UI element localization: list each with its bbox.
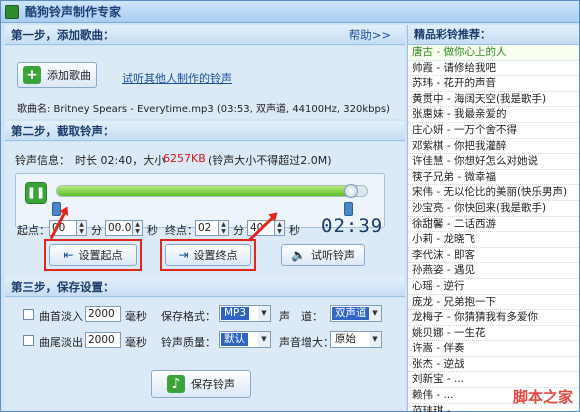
format-select[interactable]: MP3 ▼ <box>219 305 271 322</box>
list-item[interactable]: 宋伟 - 无以伦比的美丽(快乐男声) <box>408 185 579 201</box>
watermark: 脚本之家 <box>512 388 573 406</box>
fade-out-unit: 毫秒 <box>125 336 147 349</box>
fade-out-checkbox[interactable] <box>23 335 34 346</box>
quality-value: 默认 <box>221 333 248 346</box>
channel-label: 声 道： <box>279 310 323 323</box>
ringtone-size: 6257KB <box>163 152 206 165</box>
list-item[interactable]: 庞龙 - 兄弟抱一下 <box>408 295 579 311</box>
fade-in-input[interactable]: 2000 <box>85 306 121 322</box>
title-bar: 酷狗铃声制作专家 <box>1 1 579 23</box>
pause-icon[interactable]: ❚❚ <box>25 182 47 204</box>
end-sec-spinner[interactable]: ▲ ▼ <box>275 220 285 236</box>
list-item[interactable]: 张杰 - 逆战 <box>408 357 579 373</box>
end-label: 终点： <box>165 224 198 237</box>
list-item[interactable]: 庄心妍 - 一万个舍不得 <box>408 123 579 139</box>
start-sec-spinner[interactable]: ▲ ▼ <box>133 220 143 236</box>
list-item[interactable]: 筷子兄弟 - 微幸福 <box>408 170 579 186</box>
sidebar-title: 精品彩铃推荐： <box>408 25 579 45</box>
left-panel: 第一步，添加歌曲： 帮助>> + 添加歌曲 试听其他人制作的铃声 歌曲名: Br… <box>5 25 405 410</box>
speaker-icon: 🔈 <box>291 248 306 262</box>
end-min-spinner[interactable]: ▲ ▼ <box>219 220 229 236</box>
size-limit: (铃声大小不得超过2.0M) <box>208 154 332 167</box>
window-title: 酷狗铃声制作专家 <box>25 5 122 19</box>
list-item[interactable]: 小莉 - 龙晓飞 <box>408 232 579 248</box>
list-item[interactable]: 帅霞 - 请修给我吧 <box>408 61 579 77</box>
list-item[interactable]: 姚贝娜 - 一生花 <box>408 326 579 342</box>
list-item[interactable]: 唐古 - 做你心上的人 <box>408 45 579 61</box>
start-min-spinner[interactable]: ▲ ▼ <box>77 220 87 236</box>
progress-knob[interactable] <box>343 184 358 198</box>
fade-out-label: 曲尾淡出 <box>39 336 83 349</box>
start-label: 起点： <box>17 224 50 237</box>
ringtone-info-text: 时长 02:40，大小 <box>75 154 166 167</box>
end-sec-unit: 秒 <box>289 224 300 237</box>
step3-panel: 曲首淡入 2000 毫秒 保存格式： MP3 ▼ 声 道： 双声道 ▼ 曲尾淡出… <box>5 298 405 410</box>
highlight-set-end <box>160 239 256 271</box>
progress-track[interactable] <box>56 184 368 198</box>
volume-label: 声音增大： <box>279 336 334 349</box>
highlight-set-start <box>44 239 142 271</box>
step1-header: 第一步，添加歌曲： 帮助>> <box>5 25 405 45</box>
list-item[interactable]: 沙宝亮 - 你快回来(我是歌手) <box>408 201 579 217</box>
volume-select[interactable]: 原始 ▼ <box>330 331 382 348</box>
quality-select[interactable]: 默认 ▼ <box>219 331 271 348</box>
song-info: 歌曲名: Britney Spears - Everytime.mp3 (03:… <box>17 104 390 115</box>
quality-label: 铃声质量： <box>161 336 216 349</box>
start-min-unit: 分 <box>91 224 102 237</box>
step2-title: 第二步，截取铃声： <box>11 124 115 138</box>
volume-value: 原始 <box>335 333 356 345</box>
others-ringtones-link[interactable]: 试听其他人制作的铃声 <box>122 70 232 86</box>
list-item[interactable]: 张惠妹 - 我最亲爱的 <box>408 107 579 123</box>
step3-title: 第三步，保存设置： <box>11 280 115 294</box>
preview-button[interactable]: 🔈 试听铃声 <box>281 244 365 266</box>
list-item[interactable]: 孙燕姿 - 遇见 <box>408 263 579 279</box>
end-min-input[interactable]: 02 <box>195 220 219 236</box>
fade-out-input[interactable]: 2000 <box>85 332 121 348</box>
save-ringtone-label: 保存铃声 <box>191 378 235 391</box>
start-sec-input[interactable]: 00.0 <box>105 220 133 236</box>
progress-fill <box>57 186 352 196</box>
preview-label: 试听铃声 <box>310 249 355 262</box>
fade-in-checkbox[interactable] <box>23 309 34 320</box>
list-item[interactable]: 许嵩 - 伴奏 <box>408 341 579 357</box>
recommend-list: 唐古 - 做你心上的人 帅霞 - 请修给我吧 苏玮 - 花开的声音 黄贯中 - 海阔天… <box>408 45 579 412</box>
format-label: 保存格式： <box>161 310 216 323</box>
end-marker[interactable] <box>344 202 353 216</box>
step1-title: 第一步，添加歌曲： <box>11 28 115 42</box>
start-sec-unit: 秒 <box>147 224 158 237</box>
save-ringtone-button[interactable]: ♪ 保存铃声 <box>151 370 251 398</box>
list-item[interactable]: 许佳慧 - 你想好怎么对她说 <box>408 154 579 170</box>
list-item[interactable]: 徐甜馨 - 二话西游 <box>408 217 579 233</box>
list-item[interactable]: 龙梅子 - 你猜猜我有多爱你 <box>408 310 579 326</box>
end-min-unit: 分 <box>233 224 244 237</box>
plus-icon: + <box>23 66 41 84</box>
list-item[interactable]: 苏玮 - 花开的声音 <box>408 76 579 92</box>
list-item[interactable]: 心瑶 - 逆行 <box>408 279 579 295</box>
step3-header: 第三步，保存设置： <box>5 277 405 297</box>
chevron-down-icon: ▼ <box>258 306 270 321</box>
step1-panel: + 添加歌曲 试听其他人制作的铃声 歌曲名: Britney Spears - … <box>5 46 405 119</box>
add-song-button[interactable]: + 添加歌曲 <box>17 62 97 88</box>
list-item[interactable]: 李代沫 - 即客 <box>408 248 579 264</box>
list-item[interactable]: 黄贯中 - 海阔天空(我是歌手) <box>408 92 579 108</box>
elapsed-time-display: 02:39 <box>321 215 384 237</box>
channel-select[interactable]: 双声道 ▼ <box>330 305 382 322</box>
format-value: MP3 <box>221 307 250 320</box>
ringtone-info-label: 铃声信息： <box>15 154 70 167</box>
app-logo-icon <box>5 4 19 19</box>
recommend-sidebar: 精品彩铃推荐： 唐古 - 做你心上的人 帅霞 - 请修给我吧 苏玮 - 花开的声音黄… <box>407 25 579 412</box>
fade-in-label: 曲首淡入 <box>39 310 83 323</box>
chevron-down-icon: ▼ <box>369 332 381 347</box>
fade-in-unit: 毫秒 <box>125 310 147 323</box>
chevron-down-icon: ▼ <box>369 306 381 321</box>
list-item[interactable]: 邓紫棋 - 你把我灌醉 <box>408 139 579 155</box>
help-link[interactable]: 帮助>> <box>349 25 391 45</box>
music-note-icon: ♪ <box>167 375 185 393</box>
step2-header: 第二步，截取铃声： <box>5 121 405 141</box>
channel-value: 双声道 <box>332 307 370 320</box>
chevron-down-icon: ▼ <box>258 332 270 347</box>
app-window: 酷狗铃声制作专家 第一步，添加歌曲： 帮助>> + 添加歌曲 试听其他人制作的铃… <box>0 0 580 412</box>
add-song-label: 添加歌曲 <box>47 69 91 82</box>
